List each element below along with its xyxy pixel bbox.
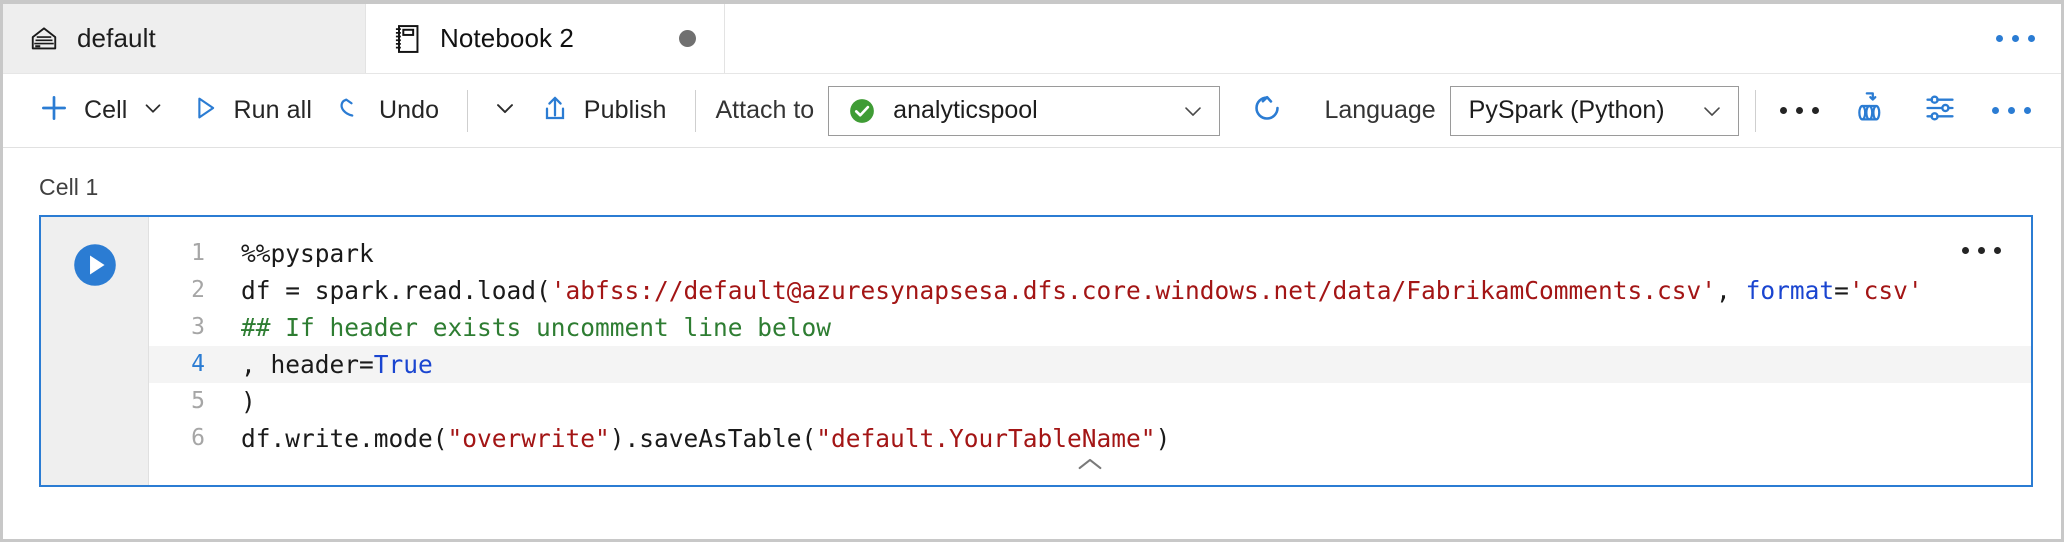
chevron-up-icon <box>1075 455 1105 478</box>
add-cell-button[interactable]: Cell <box>25 87 178 135</box>
code-line-text: df = spark.read.load('abfss://default@az… <box>241 272 1923 309</box>
tab-default[interactable]: default <box>3 4 365 73</box>
line-number: 5 <box>149 383 241 420</box>
notebook-body: Cell 1 1%%pyspark2df = spark.read.load('… <box>3 148 2061 539</box>
undo-label: Undo <box>379 96 439 125</box>
code-token: True <box>374 350 433 379</box>
toolbar-divider-2 <box>695 90 696 132</box>
toolbar-overflow-button[interactable] <box>1772 85 1826 137</box>
code-token: ) <box>241 387 256 416</box>
manage-session-button[interactable] <box>1842 85 1896 137</box>
attach-to-select[interactable]: analyticspool <box>828 86 1220 136</box>
synapse-notebook-window: default Notebook 2 <box>0 0 2064 542</box>
properties-button[interactable] <box>1913 85 1967 137</box>
code-line[interactable]: 4, header=True <box>149 346 2031 383</box>
tab-notebook-2-label: Notebook 2 <box>440 23 574 54</box>
tab-default-label: default <box>77 23 156 54</box>
code-line-text: , header=True <box>241 346 433 383</box>
run-cell-play-icon[interactable] <box>69 239 121 291</box>
chevron-down-icon <box>1167 87 1219 135</box>
publish-button[interactable]: Publish <box>527 87 679 135</box>
code-line[interactable]: 5) <box>149 383 2031 420</box>
notebook-icon <box>392 23 422 55</box>
code-editor-lines[interactable]: 1%%pyspark2df = spark.read.load('abfss:/… <box>149 217 2031 457</box>
manage-session-database-icon <box>1850 89 1888 132</box>
code-token: ).saveAsTable( <box>610 424 817 453</box>
code-token: = <box>1834 276 1849 305</box>
language-select[interactable]: PySpark (Python) <box>1450 86 1739 136</box>
line-number: 4 <box>149 346 241 383</box>
undo-dropdown-button[interactable] <box>484 89 527 133</box>
code-line[interactable]: 2df = spark.read.load('abfss://default@a… <box>149 272 2031 309</box>
refresh-button[interactable] <box>1240 85 1294 137</box>
code-line-text: %%pyspark <box>241 235 374 272</box>
publish-label: Publish <box>584 96 667 125</box>
tab-strip: default Notebook 2 <box>3 4 2061 74</box>
cell-gutter <box>41 217 149 485</box>
more-options-icon <box>1780 107 1819 114</box>
code-token: , header= <box>241 350 374 379</box>
toolbar-divider-3 <box>1755 90 1756 132</box>
cell-collapse-button[interactable] <box>1062 451 1118 481</box>
code-token: , <box>1716 276 1746 305</box>
cell-editor[interactable]: 1%%pyspark2df = spark.read.load('abfss:/… <box>149 217 2031 485</box>
cell-title: Cell 1 <box>3 148 2061 215</box>
code-token: df.write.mode( <box>241 424 448 453</box>
code-token: 'csv' <box>1849 276 1923 305</box>
more-options-icon <box>1996 35 2035 42</box>
language-label: Language <box>1320 96 1449 125</box>
code-token: format <box>1746 276 1835 305</box>
publish-upload-icon <box>539 92 571 129</box>
undo-button[interactable]: Undo <box>324 87 451 135</box>
code-line-text: ) <box>241 383 256 420</box>
more-commands-icon <box>1992 107 2031 114</box>
language-value: PySpark (Python) <box>1469 96 1670 125</box>
code-line[interactable]: 1%%pyspark <box>149 235 2031 272</box>
code-token: ## If header exists uncomment line below <box>241 313 831 342</box>
code-token: "overwrite" <box>448 424 610 453</box>
chevron-down-icon <box>1686 87 1738 135</box>
code-token: 'abfss://default@azuresynapsesa.dfs.core… <box>551 276 1716 305</box>
status-success-check-icon <box>847 96 877 126</box>
attach-to-value: analyticspool <box>893 96 1151 125</box>
tab-strip-more-options-button[interactable] <box>1986 4 2061 73</box>
code-token: %%pyspark <box>241 239 374 268</box>
code-token: "default.YourTableName" <box>816 424 1155 453</box>
code-line-text: df.write.mode("overwrite").saveAsTable("… <box>241 420 1170 457</box>
line-number: 6 <box>149 420 241 457</box>
chevron-down-icon <box>140 95 166 126</box>
attach-to-label: Attach to <box>712 96 829 125</box>
line-number: 1 <box>149 235 241 272</box>
notebook-toolbar: Cell Run all Undo <box>3 74 2061 148</box>
toolbar-more-commands-button[interactable] <box>1985 85 2039 137</box>
undo-arrow-icon <box>336 93 366 128</box>
code-line[interactable]: 3## If header exists uncomment line belo… <box>149 309 2031 346</box>
cell-more-options-icon <box>1962 247 2001 254</box>
add-cell-label: Cell <box>84 96 127 125</box>
tab-notebook-2[interactable]: Notebook 2 <box>365 4 725 73</box>
notebook-cell[interactable]: 1%%pyspark2df = spark.read.load('abfss:/… <box>39 215 2033 487</box>
toolbar-divider-1 <box>467 90 468 132</box>
code-token: df = spark.read.load( <box>241 276 551 305</box>
cell-more-options-button[interactable] <box>1957 233 2005 267</box>
refresh-circular-arrow-icon <box>1250 91 1284 130</box>
line-number: 2 <box>149 272 241 309</box>
lakehouse-database-icon <box>29 23 59 55</box>
tab-strip-spacer <box>725 4 1986 73</box>
run-all-label: Run all <box>233 96 312 125</box>
unsaved-changes-indicator <box>679 30 696 47</box>
code-token: ) <box>1156 424 1171 453</box>
line-number: 3 <box>149 309 241 346</box>
play-triangle-icon <box>190 93 220 128</box>
properties-sliders-icon <box>1922 90 1958 131</box>
code-line-text: ## If header exists uncomment line below <box>241 309 831 346</box>
run-all-button[interactable]: Run all <box>178 87 324 135</box>
plus-icon <box>37 91 71 130</box>
chevron-down-icon <box>491 94 519 127</box>
